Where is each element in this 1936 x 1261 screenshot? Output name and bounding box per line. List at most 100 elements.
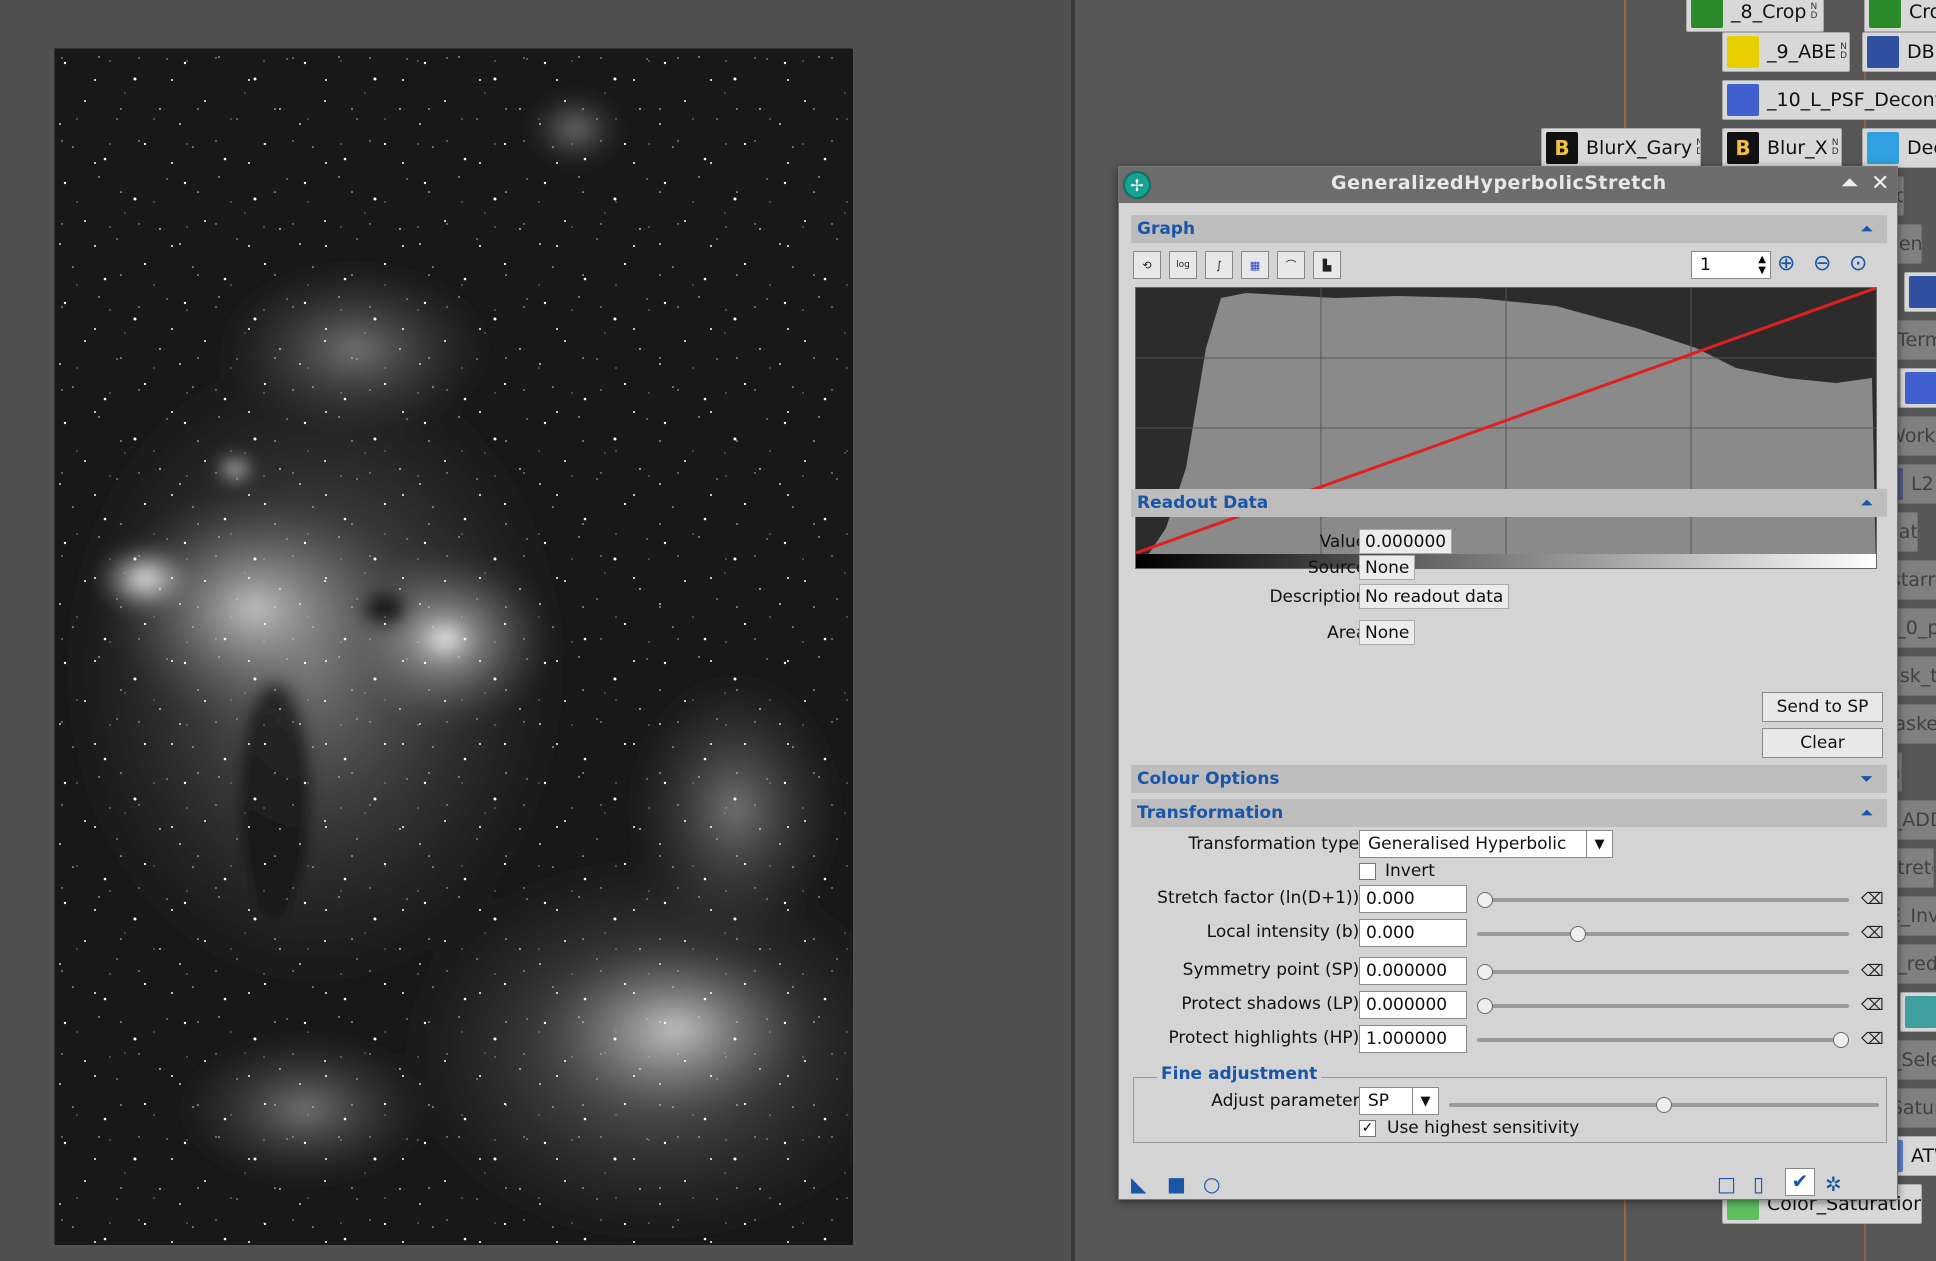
reset-parameter-icon[interactable]: ⌫ <box>1861 996 1884 1014</box>
zoom-fit-icon[interactable]: ⊙ <box>1849 251 1867 276</box>
new-instance-icon[interactable]: ◣ <box>1131 1172 1146 1196</box>
shade-icon[interactable]: ⏶ <box>1841 171 1859 196</box>
dialog-title: GeneralizedHyperbolicStretch <box>1331 172 1667 194</box>
graph-section-header[interactable]: Graph ⏶ <box>1131 215 1887 243</box>
process-icon[interactable]: ImaND <box>1904 272 1936 312</box>
section-title: Graph <box>1137 219 1196 239</box>
fine-adjust-slider[interactable] <box>1449 1097 1879 1113</box>
process-icon[interactable]: _10_L_PSF_DeconvoND <box>1722 80 1936 120</box>
zoom-out-icon[interactable]: ⊖ <box>1813 251 1831 276</box>
curve-icon[interactable]: ∫ <box>1205 251 1233 279</box>
sensitivity-label: Use highest sensitivity <box>1387 1118 1580 1138</box>
grid-icon[interactable]: ▦ <box>1241 251 1269 279</box>
blurx-icon: B <box>1727 132 1759 164</box>
apply-global-icon[interactable]: ■ <box>1167 1172 1186 1196</box>
parameter-slider[interactable] <box>1477 1032 1849 1048</box>
process-icon-label: Dec <box>1907 137 1936 159</box>
process-icon-label: ATW <box>1911 1145 1936 1167</box>
graph-canvas <box>1135 286 1877 568</box>
process-icon[interactable]: CyaND <box>1900 992 1936 1032</box>
reset-parameter-icon[interactable]: ⌫ <box>1861 890 1884 908</box>
process-icon[interactable]: DecND <box>1862 128 1936 168</box>
process-icon[interactable]: Sin_SND <box>1900 368 1936 408</box>
ghs-icon <box>1905 372 1936 404</box>
readout-section-header[interactable]: Readout Data ⏶ <box>1131 489 1887 517</box>
collapse-arrow-icon[interactable]: ⏶ <box>1860 493 1873 513</box>
process-icon-flags: ND <box>1810 2 1818 21</box>
process-icon[interactable]: B BlurX_GaryND <box>1541 128 1701 168</box>
browse-doc-icon[interactable]: □ <box>1717 1172 1736 1196</box>
zoom-spinbox[interactable]: 1 ▲ ▼ <box>1691 251 1771 279</box>
astro-image[interactable] <box>54 48 915 1249</box>
dialog-title-bar[interactable]: ✢ GeneralizedHyperbolicStretch ⏶ ✕ <box>1119 167 1897 203</box>
crop-icon <box>1869 0 1901 28</box>
process-icon[interactable]: B Blur_X N D <box>1722 128 1842 168</box>
process-icon-label: _8_Crop <box>1731 1 1807 23</box>
reset-parameter-icon[interactable]: ⌫ <box>1861 1030 1884 1048</box>
source-readout: None <box>1359 555 1416 580</box>
collapse-arrow-icon[interactable]: ⏶ <box>1860 803 1873 823</box>
close-icon[interactable]: ✕ <box>1871 171 1889 196</box>
clear-button[interactable]: Clear <box>1762 728 1883 758</box>
process-icon[interactable]: CroND <box>1864 0 1936 32</box>
real-time-preview-icon[interactable]: ○ <box>1203 1172 1220 1196</box>
slider-knob[interactable] <box>1477 998 1493 1014</box>
process-icon[interactable]: DBEND <box>1862 32 1936 72</box>
stretch-graph[interactable] <box>1135 286 1877 569</box>
section-title: Colour Options <box>1137 769 1280 789</box>
process-icon-flags: ND <box>1840 42 1848 61</box>
parameter-input[interactable]: 0.000000 <box>1359 991 1467 1019</box>
selected-value: Generalised Hyperbolic <box>1368 834 1567 854</box>
reset-instance-icon[interactable]: ✲ <box>1825 1172 1842 1196</box>
parameter-input[interactable]: 0.000 <box>1359 919 1467 947</box>
slider-knob[interactable] <box>1477 892 1493 908</box>
histogram-bars-icon[interactable]: ▙ <box>1313 251 1341 279</box>
description-readout: No readout data <box>1359 584 1510 609</box>
ghs-dialog[interactable]: ✢ GeneralizedHyperbolicStretch ⏶ ✕ Graph… <box>1118 166 1898 1200</box>
apply-checkmark-icon[interactable]: ✔ <box>1785 1168 1815 1196</box>
parameter-slider[interactable] <box>1477 964 1849 980</box>
track-view-icon[interactable]: ▯ <box>1753 1172 1764 1196</box>
slider-knob[interactable] <box>1656 1097 1672 1113</box>
parameter-label: Symmetry point (SP): <box>1182 960 1365 980</box>
parameter-slider[interactable] <box>1477 998 1849 1014</box>
reset-graph-icon[interactable]: ⟲ <box>1133 251 1161 279</box>
image-icon <box>1909 276 1936 308</box>
process-icon[interactable]: _9_ABE N D <box>1722 32 1850 72</box>
colour-options-section-header[interactable]: Colour Options ⏷ <box>1131 765 1887 793</box>
parameter-label: Protect highlights (HP): <box>1168 1028 1365 1048</box>
section-title: Readout Data <box>1137 493 1269 513</box>
blurx-icon: B <box>1546 132 1578 164</box>
process-icon-label: L2 <box>1911 473 1934 495</box>
parameter-slider[interactable] <box>1477 926 1849 942</box>
process-icon[interactable]: _8_Crop N D <box>1686 0 1824 32</box>
parameter-input[interactable]: 0.000 <box>1359 885 1467 913</box>
adjust-parameter-select[interactable]: SP ▼ <box>1359 1087 1439 1115</box>
transformation-section-header[interactable]: Transformation ⏶ <box>1131 799 1887 827</box>
spin-arrows-icon[interactable]: ▲ ▼ <box>1758 254 1766 276</box>
histogram-icon[interactable]: ⌒ <box>1277 251 1305 279</box>
process-icon-label: Cro <box>1909 1 1936 23</box>
parameter-label: Local intensity (b): <box>1206 922 1365 942</box>
reset-parameter-icon[interactable]: ⌫ <box>1861 924 1884 942</box>
parameter-input[interactable]: 1.000000 <box>1359 1025 1467 1053</box>
reset-parameter-icon[interactable]: ⌫ <box>1861 962 1884 980</box>
value-readout: 0.000000 <box>1359 529 1453 554</box>
parameter-input[interactable]: 0.000000 <box>1359 957 1467 985</box>
chevron-down-icon: ▼ <box>1412 1088 1438 1114</box>
expand-arrow-icon[interactable]: ⏷ <box>1860 769 1873 789</box>
invert-checkbox[interactable] <box>1359 863 1376 880</box>
highest-sensitivity-checkbox[interactable]: ✓ <box>1359 1120 1376 1137</box>
image-window[interactable] <box>0 0 1071 1261</box>
transformation-type-select[interactable]: Generalised Hyperbolic ▼ <box>1359 830 1613 858</box>
dbe-icon <box>1867 36 1899 68</box>
collapse-arrow-icon[interactable]: ⏶ <box>1860 219 1873 239</box>
process-icon-label: Blur_X <box>1767 137 1828 159</box>
zoom-in-icon[interactable]: ⊕ <box>1777 251 1795 276</box>
parameter-slider[interactable] <box>1477 892 1849 908</box>
slider-knob[interactable] <box>1477 964 1493 980</box>
log-scale-icon[interactable]: log <box>1169 251 1197 279</box>
send-to-sp-button[interactable]: Send to SP <box>1762 692 1883 722</box>
slider-knob[interactable] <box>1569 926 1586 942</box>
slider-knob[interactable] <box>1833 1032 1849 1048</box>
